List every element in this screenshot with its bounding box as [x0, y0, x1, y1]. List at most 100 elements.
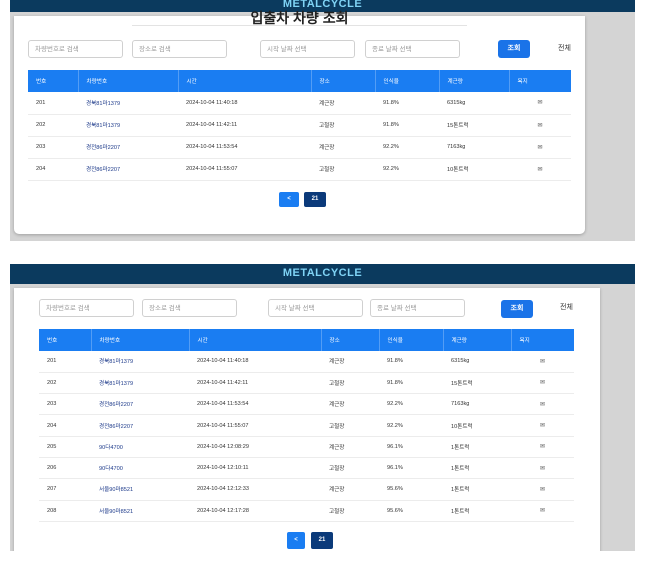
search-button[interactable]: 조회 — [498, 40, 530, 58]
cell-rate: 95.6% — [379, 478, 443, 501]
cell-place: 계근장 — [321, 351, 379, 373]
cell-time: 2024-10-04 11:53:54 — [189, 393, 321, 416]
vehicle-search-input[interactable]: 차량번호로 검색 — [28, 40, 123, 58]
mail-icon[interactable]: ✉ — [509, 158, 571, 181]
mail-icon[interactable]: ✉ — [511, 351, 574, 373]
prev-page-button[interactable]: < — [287, 532, 305, 549]
cell-plate: 경전86마2207 — [78, 136, 178, 159]
location-search-input[interactable]: 장소로 검색 — [132, 40, 227, 58]
cell-time: 2024-10-04 12:17:28 — [189, 500, 321, 522]
cell-place: 고철장 — [311, 158, 375, 181]
screenshot-top: METALCYCLE 입출차 차량 조회 차량번호로 검색 장소로 검색 시작 … — [10, 0, 635, 241]
table-row[interactable]: 202 경북81마1379 2024-10-04 11:42:11 고철장 91.8% 1… — [39, 372, 574, 395]
table-row[interactable]: 203 경전86마2207 2024-10-04 11:53:54 계근장 92.2% 7… — [28, 136, 571, 159]
mail-icon[interactable]: ✉ — [509, 136, 571, 159]
table-row[interactable]: 201 경북81마1379 2024-10-04 11:40:18 계근장 91.8% 6… — [39, 351, 574, 373]
col-header-weight[interactable]: 계근량 — [439, 70, 510, 92]
cell-place: 계근장 — [311, 92, 375, 115]
mail-icon[interactable]: ✉ — [511, 372, 574, 395]
cell-place: 계근장 — [321, 478, 379, 501]
prev-page-button[interactable]: < — [279, 192, 299, 207]
cell-plate: 서울90마8521 — [91, 500, 189, 522]
cell-time: 2024-10-04 11:42:11 — [189, 372, 321, 395]
mail-icon[interactable]: ✉ — [511, 478, 574, 501]
table-row[interactable]: 205 90다4700 2024-10-04 12:08:29 계근장 96.1% 1톤트… — [39, 436, 574, 458]
cell-rate: 91.8% — [379, 351, 443, 373]
cell-no: 208 — [39, 500, 91, 522]
cell-no: 201 — [39, 351, 91, 373]
cell-rate: 91.8% — [379, 372, 443, 395]
current-page-button[interactable]: 21 — [304, 192, 326, 207]
mail-icon[interactable]: ✉ — [511, 436, 574, 458]
col-header-place[interactable]: 장소 — [321, 329, 380, 351]
cell-weight: 10톤트럭 — [443, 414, 511, 437]
cell-rate: 92.2% — [375, 136, 439, 159]
cell-plate: 경북81마1379 — [91, 372, 189, 395]
main-card: 입출차 차량 조회 차량번호로 검색 장소로 검색 시작 날짜 선택 종료 날짜… — [14, 10, 585, 234]
cell-weight: 10톤트럭 — [439, 158, 509, 181]
cell-no: 203 — [39, 393, 91, 416]
table-row[interactable]: 208 서울90마8521 2024-10-04 12:17:28 고철장 95.6% 1… — [39, 500, 574, 522]
col-header-time[interactable]: 시간 — [178, 70, 312, 92]
col-header-time[interactable]: 시간 — [189, 329, 322, 351]
table-row[interactable]: 202 경북81마1379 2024-10-04 11:42:11 고철장 91.8% 1… — [28, 114, 571, 137]
col-header-place[interactable]: 장소 — [311, 70, 376, 92]
cell-plate: 경전86마2207 — [91, 414, 189, 437]
col-header-no[interactable]: 번호 — [28, 70, 79, 92]
cell-weight: 1톤트럭 — [443, 436, 511, 458]
cell-time: 2024-10-04 12:12:33 — [189, 478, 321, 501]
cell-no: 206 — [39, 457, 91, 480]
brand-logo: METALCYCLE — [282, 267, 363, 279]
table-row[interactable]: 206 90다4700 2024-10-04 12:10:11 고철장 96.1% 1톤트… — [39, 457, 574, 480]
start-date-input[interactable]: 시작 날짜 선택 — [260, 40, 355, 58]
vehicle-search-input[interactable]: 차량번호로 검색 — [39, 299, 134, 317]
show-all-button[interactable]: 전체 — [558, 40, 571, 58]
mail-icon[interactable]: ✉ — [511, 393, 574, 416]
col-header-plate[interactable]: 차량번호 — [91, 329, 190, 351]
vehicle-table: 번호 차량번호 시간 장소 인식율 계근량 욕지 201 경북81마1379 202… — [28, 70, 571, 181]
cell-weight: 15톤트럭 — [439, 114, 509, 137]
table-row[interactable]: 201 경북81마1379 2024-10-04 11:40:18 계근장 91.8% 6… — [28, 92, 571, 115]
cell-rate: 96.1% — [379, 457, 443, 480]
cell-no: 207 — [39, 478, 91, 501]
mail-icon[interactable]: ✉ — [511, 414, 574, 437]
mail-icon[interactable]: ✉ — [509, 92, 571, 115]
cell-no: 202 — [28, 114, 78, 137]
mail-icon[interactable]: ✉ — [511, 500, 574, 522]
cell-time: 2024-10-04 11:40:18 — [178, 92, 311, 115]
location-search-input[interactable]: 장소로 검색 — [142, 299, 237, 317]
table-row[interactable]: 207 서울90마8521 2024-10-04 12:12:33 계근장 95.6% 1… — [39, 478, 574, 501]
col-header-plate[interactable]: 차량번호 — [78, 70, 179, 92]
table-row[interactable]: 204 경전86마2207 2024-10-04 11:55:07 고철장 92.2% 1… — [39, 414, 574, 437]
cell-time: 2024-10-04 11:42:11 — [178, 114, 311, 137]
cell-time: 2024-10-04 12:10:11 — [189, 457, 321, 480]
cell-plate: 90다4700 — [91, 436, 189, 458]
cell-place: 계근장 — [321, 393, 379, 416]
col-header-rate[interactable]: 인식율 — [375, 70, 440, 92]
app-header: METALCYCLE — [10, 264, 635, 284]
show-all-button[interactable]: 전체 — [560, 299, 573, 317]
cell-rate: 92.2% — [379, 393, 443, 416]
col-header-rate[interactable]: 인식율 — [379, 329, 444, 351]
col-header-weight[interactable]: 계근량 — [443, 329, 512, 351]
table-row[interactable]: 203 경전86마2207 2024-10-04 11:53:54 계근장 92.2% 7… — [39, 393, 574, 416]
cell-weight: 6315kg — [439, 92, 509, 115]
current-page-button[interactable]: 21 — [311, 532, 333, 549]
cell-time: 2024-10-04 12:08:29 — [189, 436, 321, 458]
cell-no: 201 — [28, 92, 78, 115]
cell-place: 계근장 — [321, 436, 379, 458]
cell-time: 2024-10-04 11:55:07 — [189, 414, 321, 437]
cell-plate: 경전86마2207 — [91, 393, 189, 416]
col-header-no[interactable]: 번호 — [39, 329, 92, 351]
end-date-input[interactable]: 종료 날짜 선택 — [365, 40, 460, 58]
start-date-input[interactable]: 시작 날짜 선택 — [268, 299, 363, 317]
end-date-input[interactable]: 종료 날짜 선택 — [370, 299, 465, 317]
col-header-icon[interactable]: 욕지 — [509, 70, 571, 92]
table-row[interactable]: 204 경전86마2207 2024-10-04 11:55:07 고철장 92.2% 1… — [28, 158, 571, 181]
search-button[interactable]: 조회 — [501, 300, 533, 318]
col-header-icon[interactable]: 욕지 — [511, 329, 574, 351]
cell-place: 고철장 — [321, 457, 379, 480]
cell-weight: 6315kg — [443, 351, 511, 373]
mail-icon[interactable]: ✉ — [509, 114, 571, 137]
mail-icon[interactable]: ✉ — [511, 457, 574, 480]
